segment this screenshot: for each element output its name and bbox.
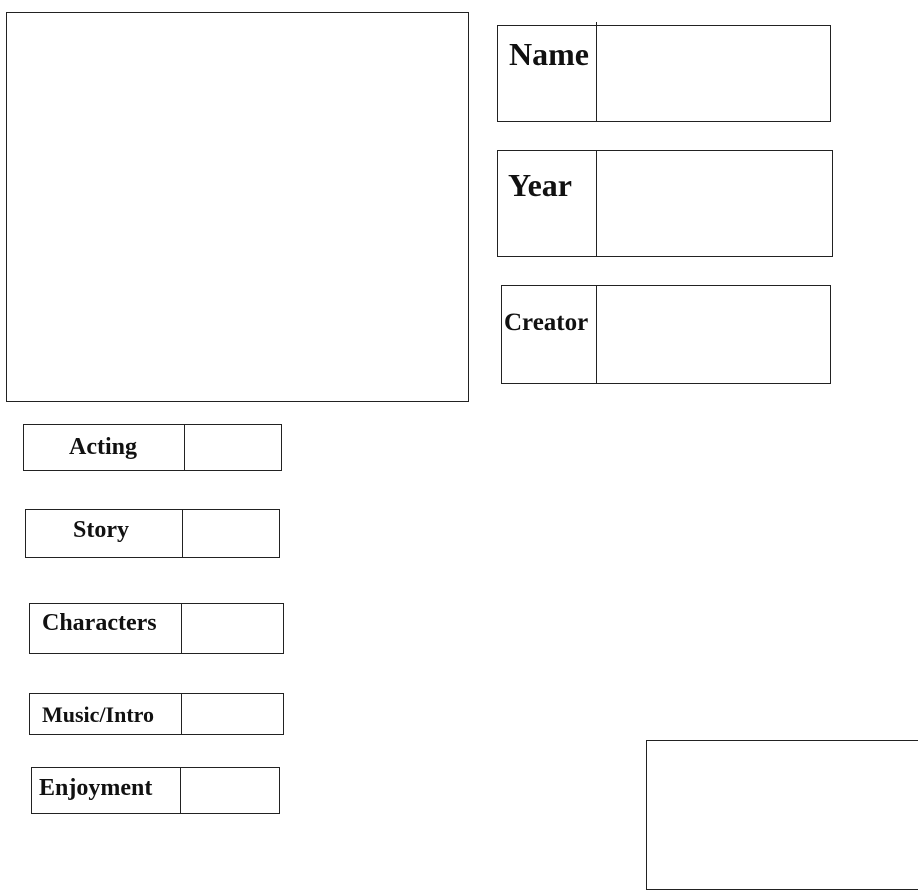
music-intro-value[interactable] [182, 694, 283, 734]
name-field: Name [497, 22, 831, 122]
characters-value[interactable] [182, 604, 283, 653]
creator-label: Creator [504, 309, 589, 336]
year-value[interactable] [597, 151, 832, 256]
year-label: Year [508, 167, 572, 203]
music-intro-field: Music/Intro [29, 693, 284, 735]
name-value[interactable] [597, 26, 830, 121]
story-value[interactable] [183, 510, 279, 557]
enjoyment-field: Enjoyment [31, 767, 280, 814]
image-box [6, 12, 469, 402]
creator-field: Creator [501, 285, 831, 384]
story-label: Story [73, 517, 129, 543]
acting-label: Acting [69, 434, 137, 460]
acting-field: Acting [23, 424, 282, 471]
story-field: Story [25, 509, 280, 558]
characters-label: Characters [42, 610, 157, 636]
enjoyment-label: Enjoyment [39, 775, 153, 801]
creator-value[interactable] [597, 286, 830, 383]
year-field: Year [497, 150, 833, 257]
enjoyment-value[interactable] [181, 768, 279, 813]
acting-value[interactable] [185, 425, 281, 470]
music-intro-label: Music/Intro [42, 702, 155, 727]
name-label: Name [509, 36, 589, 72]
characters-field: Characters [29, 603, 284, 654]
